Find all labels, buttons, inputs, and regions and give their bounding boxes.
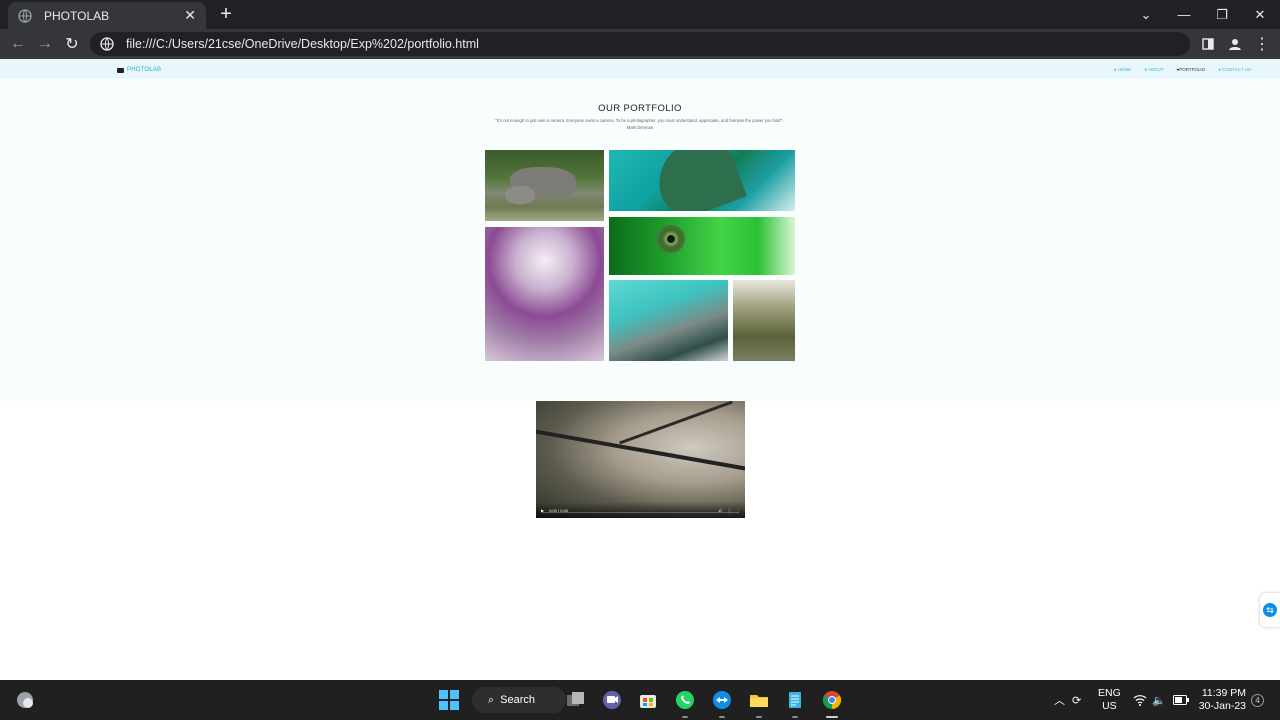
search-label: Search [500, 694, 536, 706]
browser-tab[interactable]: PHOTOLAB ✕ [8, 2, 206, 29]
brand-label: PHOTOLAB [127, 67, 162, 73]
nav-contact[interactable]: ● CONTACT US [1218, 67, 1251, 72]
file-explorer-icon[interactable] [747, 688, 771, 718]
reload-icon[interactable]: ↻ [62, 34, 82, 54]
tab-title: PHOTOLAB [44, 8, 110, 23]
clock-time: 11:39 PM [1201, 687, 1246, 699]
browser-toolbar: ← → ↻ file:///C:/Users/21cse/OneDrive/De… [0, 29, 1280, 59]
back-arrow-icon[interactable]: ← [8, 34, 28, 54]
lang-bottom: US [1102, 700, 1117, 712]
maximize-button[interactable]: ❐ [1203, 0, 1241, 29]
tab-search-chevron-icon[interactable]: ⌄ [1127, 0, 1165, 29]
volume-icon[interactable]: 🔊 [718, 508, 723, 513]
lang-top: ENG [1098, 687, 1121, 699]
new-tab-button[interactable]: + [216, 4, 236, 24]
section-title: OUR PORTFOLIO [598, 103, 682, 114]
language-indicator[interactable]: ENG US [1098, 680, 1121, 720]
teamviewer-widget[interactable]: ⇆ [1260, 593, 1280, 627]
sync-icon[interactable]: ⟳ [1072, 680, 1081, 720]
taskbar-search[interactable]: ⌕ Search [472, 687, 566, 713]
close-tab-icon[interactable]: ✕ [184, 7, 196, 24]
chrome-icon[interactable] [820, 688, 844, 718]
profile-icon[interactable] [1225, 34, 1245, 54]
teams-chat-icon[interactable] [600, 688, 624, 712]
clock-date: 30-Jan-23 [1198, 700, 1246, 712]
quote-text: "It's not enough to just own a camera. E… [495, 118, 785, 123]
nav-home[interactable]: ● HOME [1114, 67, 1131, 72]
taskbar-clock[interactable]: 11:39 PM 30-Jan-23 [1196, 687, 1246, 713]
url-text: file:///C:/Users/21cse/OneDrive/Desktop/… [126, 37, 479, 51]
nav-about[interactable]: ● ABOUT [1144, 67, 1163, 72]
video-controls: ▶ 0:00 / 0:40 🔊 ⛶ ⋮ [536, 502, 745, 518]
site-header: PHOTOLAB ● HOME ● ABOUT ●PORTFOLIO ● CON… [0, 59, 1280, 79]
weather-icon[interactable] [13, 688, 37, 712]
video-more-icon[interactable]: ⋮ [736, 508, 740, 513]
camera-icon [117, 67, 124, 73]
video-player[interactable]: ▶ 0:00 / 0:40 🔊 ⛶ ⋮ [536, 401, 745, 518]
task-view-icon[interactable] [564, 688, 588, 712]
store-icon[interactable] [636, 688, 660, 712]
owl-butterfly-photo[interactable] [609, 217, 795, 275]
address-bar[interactable]: file:///C:/Users/21cse/OneDrive/Desktop/… [90, 32, 1190, 56]
whatsapp-icon[interactable] [673, 688, 697, 718]
volume-tray-icon[interactable]: 🔈 [1152, 680, 1166, 720]
dew-drops-photo[interactable] [609, 280, 728, 361]
minimize-button[interactable]: — [1165, 0, 1203, 29]
site-nav: ● HOME ● ABOUT ●PORTFOLIO ● CONTACT US [1114, 67, 1251, 72]
quote-author: Mark Denman [626, 125, 654, 130]
forward-arrow-icon[interactable]: → [35, 34, 55, 54]
search-icon: ⌕ [488, 693, 495, 706]
start-windows-icon[interactable] [437, 688, 461, 712]
taskbar: ⌕ Search ︿ ⟳ ENG US 🔈 11:39 PM 30-Jan-23… [0, 680, 1280, 720]
notification-badge[interactable]: 4 [1251, 680, 1264, 720]
battery-icon[interactable] [1173, 680, 1189, 720]
teamviewer-app-icon[interactable] [710, 688, 734, 718]
video-fullscreen-icon[interactable]: ⛶ [728, 508, 731, 513]
browser-tab-bar: PHOTOLAB ✕ + ⌄ — ❐ ✕ [0, 0, 1280, 29]
close-window-button[interactable]: ✕ [1241, 0, 1279, 29]
nav-portfolio[interactable]: ●PORTFOLIO [1177, 67, 1206, 72]
site-info-icon[interactable] [100, 37, 114, 51]
video-time: 0:00 / 0:40 [549, 507, 568, 513]
globe-icon [18, 8, 32, 23]
notification-count: 4 [1251, 693, 1264, 707]
play-icon[interactable]: ▶ [541, 508, 544, 513]
portfolio-section: OUR PORTFOLIO "It's not enough to just o… [0, 79, 1280, 401]
menu-kebab-icon[interactable]: ⋮ [1252, 34, 1272, 54]
wifi-icon[interactable] [1133, 680, 1147, 720]
site-brand[interactable]: PHOTOLAB [117, 67, 161, 73]
rhino-photo[interactable] [485, 150, 604, 221]
show-hidden-icons-chevron[interactable]: ︿ [1054, 680, 1065, 720]
teamviewer-icon: ⇆ [1263, 603, 1277, 617]
side-panel-icon[interactable] [1198, 34, 1218, 54]
seed-fluff-photo[interactable] [733, 280, 795, 361]
notepad-icon[interactable] [783, 688, 807, 718]
butterfly-wing-photo[interactable] [609, 150, 795, 211]
web-page: PHOTOLAB ● HOME ● ABOUT ●PORTFOLIO ● CON… [0, 59, 1280, 680]
dandelion-photo[interactable] [485, 227, 604, 361]
